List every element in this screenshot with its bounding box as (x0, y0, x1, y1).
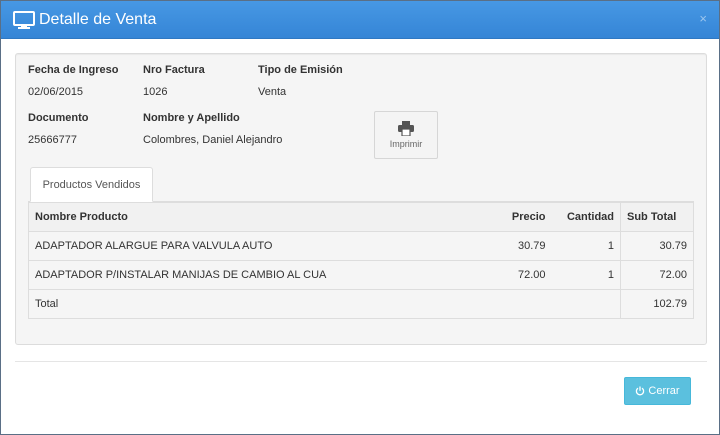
factura-label: Nro Factura (143, 64, 205, 76)
cerrar-label: Cerrar (648, 385, 680, 397)
products-table: Nombre Producto Precio Cantidad Sub Tota… (28, 201, 694, 319)
power-icon (636, 386, 645, 396)
printer-icon (398, 121, 414, 136)
total-label: Total (28, 289, 479, 319)
tipo-label: Tipo de Emisión (258, 64, 343, 76)
table-header-row: Nombre Producto Precio Cantidad Sub Tota… (28, 201, 694, 232)
total-row: Total 102.79 (28, 289, 694, 319)
col-header-producto: Nombre Producto (28, 201, 479, 232)
modal-header: Detalle de Venta × (1, 1, 719, 39)
cell-cantidad: 1 (551, 260, 621, 290)
total-empty-cantidad (551, 289, 621, 319)
documento-label: Documento (28, 112, 89, 124)
factura-field: Nro Factura 1026 (143, 64, 205, 98)
cell-precio: 30.79 (478, 231, 552, 261)
desktop-icon (13, 10, 35, 29)
col-header-precio: Precio (478, 201, 552, 232)
close-icon[interactable]: × (699, 12, 707, 26)
tipo-field: Tipo de Emisión Venta (258, 64, 343, 98)
cell-producto: ADAPTADOR P/INSTALAR MANIJAS DE CAMBIO A… (28, 260, 479, 290)
col-header-cantidad: Cantidad (551, 201, 621, 232)
cell-precio: 72.00 (478, 260, 552, 290)
sale-detail-modal: Detalle de Venta × Fecha de Ingreso 02/0… (0, 0, 720, 435)
fecha-label: Fecha de Ingreso (28, 64, 119, 76)
factura-value: 1026 (143, 86, 168, 98)
table-row: ADAPTADOR P/INSTALAR MANIJAS DE CAMBIO A… (28, 260, 694, 290)
modal-title: Detalle de Venta (39, 10, 157, 28)
fecha-field: Fecha de Ingreso 02/06/2015 (28, 64, 118, 98)
tab-productos-vendidos[interactable]: Productos Vendidos (30, 167, 153, 202)
documento-field: Documento 25666777 (28, 112, 89, 146)
print-button[interactable]: Imprimir (374, 111, 438, 159)
total-empty-precio (478, 289, 552, 319)
fecha-value: 02/06/2015 (28, 86, 84, 98)
total-value: 102.79 (620, 289, 694, 319)
nombre-label: Nombre y Apellido (143, 112, 240, 124)
cerrar-button[interactable]: Cerrar (624, 377, 691, 405)
cell-subtotal: 30.79 (620, 231, 694, 261)
tipo-value: Venta (258, 86, 287, 98)
sale-detail-panel: Fecha de Ingreso 02/06/2015 Nro Factura … (15, 53, 707, 345)
nombre-field: Nombre y Apellido Colombres, Daniel Alej… (143, 112, 282, 146)
documento-value: 25666777 (28, 134, 77, 146)
cell-subtotal: 72.00 (620, 260, 694, 290)
col-header-subtotal: Sub Total (620, 201, 694, 232)
footer-divider (15, 361, 707, 362)
cell-cantidad: 1 (551, 231, 621, 261)
print-label: Imprimir (389, 139, 423, 149)
table-row: ADAPTADOR ALARGUE PARA VALVULA AUTO 30.7… (28, 231, 694, 261)
nombre-value: Colombres, Daniel Alejandro (143, 134, 283, 146)
cell-producto: ADAPTADOR ALARGUE PARA VALVULA AUTO (28, 231, 479, 261)
